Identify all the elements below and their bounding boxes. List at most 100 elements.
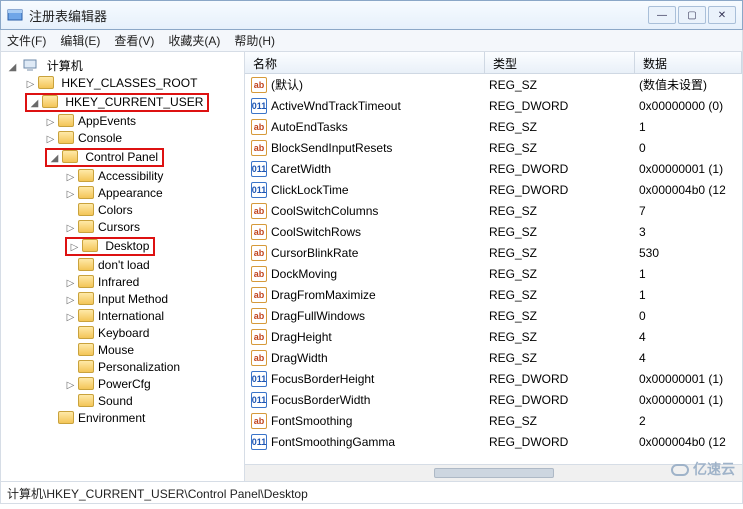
value-row[interactable]: 011FocusBorderHeightREG_DWORD0x00000001 … xyxy=(245,368,742,389)
tree-key-cursors[interactable]: ▷Cursors xyxy=(1,219,244,236)
value-name: ClickLockTime xyxy=(271,183,489,197)
expand-icon[interactable]: ▷ xyxy=(65,279,76,290)
value-row[interactable]: abCursorBlinkRateREG_SZ530 xyxy=(245,242,742,263)
col-data[interactable]: 数据 xyxy=(635,52,742,73)
value-name: DragFromMaximize xyxy=(271,288,489,302)
value-name: FontSmoothing xyxy=(271,414,489,428)
value-row[interactable]: 011ClickLockTimeREG_DWORD0x000004b0 (12 xyxy=(245,179,742,200)
value-list[interactable]: 名称 类型 数据 ab(默认)REG_SZ(数值未设置)011ActiveWnd… xyxy=(245,52,742,481)
folder-icon xyxy=(78,292,94,305)
menu-file[interactable]: 文件(F) xyxy=(7,32,46,49)
expand-icon[interactable] xyxy=(65,330,76,341)
tree-hive-hkcu[interactable]: ◢ HKEY_CURRENT_USER xyxy=(1,92,244,113)
expand-icon[interactable]: ▷ xyxy=(65,381,76,392)
tree-key-keyboard[interactable]: Keyboard xyxy=(1,325,244,342)
col-name[interactable]: 名称 xyxy=(245,52,485,73)
watermark-text: 亿速云 xyxy=(693,461,735,477)
expand-icon[interactable]: ▷ xyxy=(65,190,76,201)
value-name: FocusBorderWidth xyxy=(271,393,489,407)
tree-label: Colors xyxy=(98,203,133,217)
horizontal-scrollbar[interactable] xyxy=(245,464,742,481)
value-row[interactable]: abFontSmoothingREG_SZ2 xyxy=(245,410,742,431)
value-type: REG_SZ xyxy=(489,288,639,302)
window-controls: — ▢ ✕ xyxy=(648,6,736,24)
tree-key-international[interactable]: ▷International xyxy=(1,308,244,325)
expand-icon[interactable]: ▷ xyxy=(25,80,36,91)
value-row[interactable]: abAutoEndTasksREG_SZ1 xyxy=(245,116,742,137)
expand-icon[interactable]: ▷ xyxy=(45,118,56,129)
tree-key-appearance[interactable]: ▷Appearance xyxy=(1,185,244,202)
expand-icon[interactable]: ▷ xyxy=(65,313,76,324)
tree-key-inputmethod[interactable]: ▷Input Method xyxy=(1,291,244,308)
expand-icon[interactable]: ▷ xyxy=(69,243,80,254)
value-type: REG_SZ xyxy=(489,330,639,344)
value-row[interactable]: abDragFullWindowsREG_SZ0 xyxy=(245,305,742,326)
tree-key-sound[interactable]: Sound xyxy=(1,393,244,410)
tree-key-controlpanel[interactable]: ◢ Control Panel xyxy=(1,147,244,168)
string-value-icon: ab xyxy=(251,266,267,282)
expand-icon[interactable] xyxy=(65,347,76,358)
expand-icon[interactable]: ◢ xyxy=(7,63,18,74)
tree-key-accessibility[interactable]: ▷ Accessibility xyxy=(1,168,244,185)
expand-icon[interactable] xyxy=(65,398,76,409)
tree-hive-hkcr[interactable]: ▷ HKEY_CLASSES_ROOT xyxy=(1,75,244,92)
app-icon xyxy=(7,7,23,23)
value-row[interactable]: 011CaretWidthREG_DWORD0x00000001 (1) xyxy=(245,158,742,179)
value-data: 0x000004b0 (12 xyxy=(639,435,742,449)
expand-icon[interactable] xyxy=(65,364,76,375)
tree-key-personalization[interactable]: Personalization xyxy=(1,359,244,376)
minimize-button[interactable]: — xyxy=(648,6,676,24)
value-row[interactable]: abDockMovingREG_SZ1 xyxy=(245,263,742,284)
menu-view[interactable]: 查看(V) xyxy=(114,32,154,49)
value-row[interactable]: abBlockSendInputResetsREG_SZ0 xyxy=(245,137,742,158)
folder-icon xyxy=(58,131,74,144)
registry-tree[interactable]: ◢ 计算机 ▷ HKEY_CLASSES_ROOT ◢ HKEY_CURRENT… xyxy=(1,52,245,481)
expand-icon[interactable] xyxy=(65,207,76,218)
tree-key-desktop[interactable]: ▷ Desktop xyxy=(1,236,244,257)
value-row[interactable]: 011FontSmoothingGammaREG_DWORD0x000004b0… xyxy=(245,431,742,452)
folder-icon xyxy=(78,186,94,199)
tree-key-dontload[interactable]: don't load xyxy=(1,257,244,274)
expand-icon[interactable]: ▷ xyxy=(65,296,76,307)
expand-icon[interactable]: ◢ xyxy=(49,154,60,165)
expand-icon[interactable]: ▷ xyxy=(65,224,76,235)
tree-key-infrared[interactable]: ▷Infrared xyxy=(1,274,244,291)
menu-favorites[interactable]: 收藏夹(A) xyxy=(168,32,220,49)
col-type[interactable]: 类型 xyxy=(485,52,635,73)
value-row[interactable]: abCoolSwitchColumnsREG_SZ7 xyxy=(245,200,742,221)
tree-key-powercfg[interactable]: ▷PowerCfg xyxy=(1,376,244,393)
menu-edit[interactable]: 编辑(E) xyxy=(60,32,100,49)
string-value-icon: ab xyxy=(251,413,267,429)
value-row[interactable]: 011FocusBorderWidthREG_DWORD0x00000001 (… xyxy=(245,389,742,410)
tree-key-environment[interactable]: Environment xyxy=(1,410,244,427)
maximize-button[interactable]: ▢ xyxy=(678,6,706,24)
value-row[interactable]: 011ActiveWndTrackTimeoutREG_DWORD0x00000… xyxy=(245,95,742,116)
menu-help[interactable]: 帮助(H) xyxy=(234,32,275,49)
tree-key-mouse[interactable]: Mouse xyxy=(1,342,244,359)
value-row[interactable]: abDragWidthREG_SZ4 xyxy=(245,347,742,368)
expand-icon[interactable] xyxy=(65,262,76,273)
expand-icon[interactable]: ▷ xyxy=(65,173,76,184)
value-name: DragFullWindows xyxy=(271,309,489,323)
tree-key-appevents[interactable]: ▷AppEvents xyxy=(1,113,244,130)
tree-key-colors[interactable]: Colors xyxy=(1,202,244,219)
tree-label: Personalization xyxy=(98,360,180,374)
close-button[interactable]: ✕ xyxy=(708,6,736,24)
column-headers[interactable]: 名称 类型 数据 xyxy=(245,52,742,74)
value-row[interactable]: abDragHeightREG_SZ4 xyxy=(245,326,742,347)
value-row[interactable]: abCoolSwitchRowsREG_SZ3 xyxy=(245,221,742,242)
value-name: CursorBlinkRate xyxy=(271,246,489,260)
expand-icon[interactable]: ▷ xyxy=(45,135,56,146)
value-data: 7 xyxy=(639,204,742,218)
tree-label: Accessibility xyxy=(98,169,163,183)
expand-icon[interactable]: ◢ xyxy=(29,99,40,110)
value-data: 0 xyxy=(639,309,742,323)
value-name: AutoEndTasks xyxy=(271,120,489,134)
tree-root[interactable]: ◢ 计算机 xyxy=(1,56,244,75)
value-row[interactable]: ab(默认)REG_SZ(数值未设置) xyxy=(245,74,742,95)
value-row[interactable]: abDragFromMaximizeREG_SZ1 xyxy=(245,284,742,305)
menu-bar: 文件(F) 编辑(E) 查看(V) 收藏夹(A) 帮助(H) xyxy=(0,30,743,52)
expand-icon[interactable] xyxy=(45,415,56,426)
tree-key-console[interactable]: ▷Console xyxy=(1,130,244,147)
scrollbar-thumb[interactable] xyxy=(434,468,554,478)
